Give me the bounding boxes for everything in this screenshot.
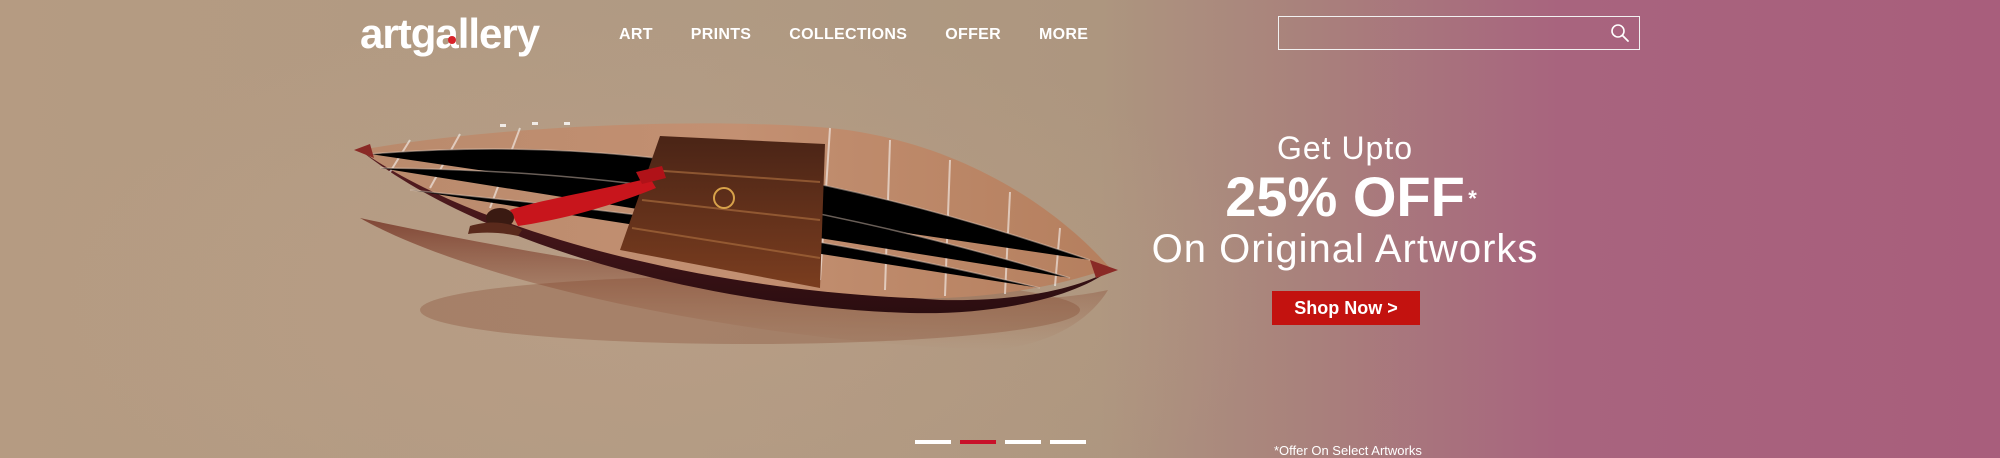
promo-line-1: Get Upto (1276, 130, 1414, 166)
promo-discount: 25% OFF * (1225, 165, 1477, 228)
promo-line-3: On Original Artworks (1151, 227, 1539, 271)
hero-banner: artgallery ART PRINTS COLLECTIONS OFFER … (0, 0, 2000, 458)
site-logo[interactable]: artgallery (360, 6, 540, 58)
logo-text: artgallery (360, 10, 540, 57)
carousel-indicator-4[interactable] (1050, 440, 1086, 444)
logo-dot (448, 36, 456, 44)
shop-now-button[interactable]: Shop Now > (1272, 291, 1420, 325)
promo-text: Get Upto 25% OFF * On Original Artworks (1100, 128, 1590, 272)
nav-collections[interactable]: COLLECTIONS (770, 26, 926, 44)
search-box (1278, 16, 1640, 50)
nav-prints[interactable]: PRINTS (672, 26, 770, 44)
offer-footnote: *Offer On Select Artworks (1274, 443, 1422, 458)
nav-offer[interactable]: OFFER (926, 26, 1020, 44)
main-nav: ART PRINTS COLLECTIONS OFFER MORE (600, 26, 1107, 44)
search-icon[interactable] (1609, 22, 1631, 44)
carousel-indicator-1[interactable] (915, 440, 951, 444)
carousel-indicator-2[interactable] (960, 440, 996, 444)
nav-more[interactable]: MORE (1020, 26, 1107, 44)
carousel-indicator-3[interactable] (1005, 440, 1041, 444)
search-input[interactable] (1279, 17, 1619, 49)
carousel-indicators (915, 440, 1086, 444)
promo-discount-text: 25% OFF (1225, 165, 1465, 228)
nav-art[interactable]: ART (600, 26, 672, 44)
promo-asterisk: * (1468, 186, 1477, 211)
boat-painting[interactable] (350, 110, 1120, 360)
